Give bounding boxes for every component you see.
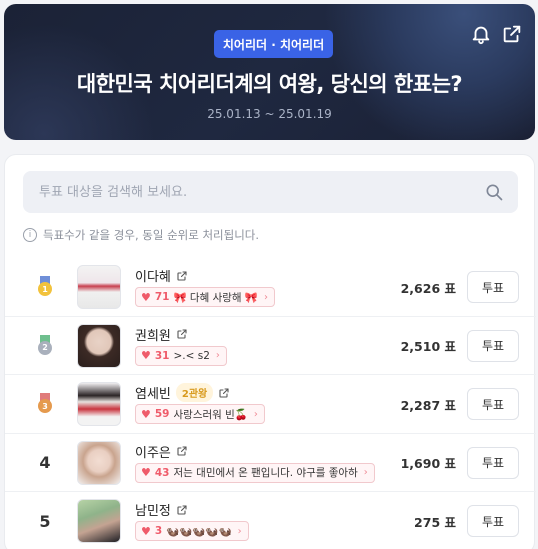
heart-icon: ♥ — [141, 466, 151, 479]
rank-medal-icon: 3 — [37, 393, 53, 415]
rank-number: 2 — [38, 340, 52, 355]
avatar[interactable] — [77, 323, 121, 368]
category-badge[interactable]: 치어리더 · 치어리더 — [214, 30, 333, 58]
name-line: 이주은 — [135, 442, 188, 461]
chevron-right-icon: › — [237, 525, 242, 537]
cheer-message-button[interactable]: ♥ 71 🎀 다혜 사랑해 🎀 › — [135, 287, 275, 307]
rank: 2 — [33, 317, 57, 375]
cheer-message-button[interactable]: ♥ 31 >.< s2 › — [135, 345, 227, 366]
vote-button[interactable]: 투표 — [467, 505, 519, 537]
candidate-list: 1 이다혜 ♥ 71 🎀 다혜 사랑해 🎀 › 2,626 표 투표 2 권희원 — [5, 258, 536, 549]
name-line: 이다혜 — [135, 266, 188, 285]
cheer-text: 🎀 다혜 사랑해 🎀 — [173, 291, 258, 304]
search-input[interactable] — [23, 184, 484, 200]
title-badge: 2관왕 — [175, 383, 214, 402]
rank: 5 — [33, 492, 57, 549]
external-link-icon[interactable] — [176, 504, 188, 516]
rank: 3 — [33, 375, 57, 433]
external-link-icon[interactable] — [176, 328, 188, 340]
chevron-right-icon: › — [253, 408, 258, 420]
cheer-count: 31 — [154, 349, 170, 362]
external-link-icon[interactable] — [176, 270, 188, 282]
heart-icon: ♥ — [141, 290, 151, 304]
date-range: 25.01.13 ~ 25.01.19 — [207, 107, 332, 121]
name-line: 염세빈 2관왕 — [135, 383, 230, 402]
rank: 4 — [33, 434, 57, 492]
rank-number: 3 — [38, 399, 52, 413]
heart-icon: ♥ — [141, 524, 151, 538]
search-icon[interactable] — [484, 182, 504, 202]
vote-button[interactable]: 투표 — [467, 329, 519, 362]
candidate-row: 5 남민정 ♥ 3 🦦🦦🦦🦦🦦 › 275 표 투표 — [5, 492, 536, 549]
name-line: 권희원 — [135, 325, 188, 344]
cheer-count: 71 — [154, 291, 170, 303]
rank: 1 — [33, 258, 57, 316]
cheer-count: 43 — [154, 466, 170, 479]
external-link-icon[interactable] — [218, 387, 230, 399]
avatar[interactable] — [77, 382, 121, 426]
candidate-name[interactable]: 염세빈 — [135, 383, 171, 402]
vote-count: 275 표 — [414, 514, 456, 530]
cheer-count: 3 — [154, 525, 163, 537]
candidate-row: 3 염세빈 2관왕 ♥ 59 사랑스러워 빈🍒 › 2,287 표 투표 — [5, 375, 536, 434]
banner: 치어리더 · 치어리더 대한민국 치어리더계의 여왕, 당신의 한표는? 25.… — [4, 4, 535, 140]
chevron-right-icon: › — [263, 291, 268, 303]
name-line: 남민정 — [135, 500, 188, 519]
cheer-text: 사랑스러워 빈🍒 — [173, 408, 248, 421]
bell-icon[interactable] — [470, 23, 492, 45]
cheer-text: 저는 대민에서 온 팬입니다. 야구를 좋아하 — [173, 467, 358, 479]
cheer-message-button[interactable]: ♥ 59 사랑스러워 빈🍒 › — [135, 404, 265, 424]
vote-count: 2,510 표 — [400, 339, 456, 354]
share-icon[interactable] — [501, 23, 523, 45]
rank-medal-icon: 2 — [37, 334, 53, 357]
cheer-count: 59 — [154, 408, 170, 420]
avatar[interactable] — [77, 265, 121, 309]
chevron-right-icon: › — [363, 467, 368, 478]
heart-icon: ♥ — [141, 349, 151, 362]
avatar[interactable] — [77, 499, 121, 543]
avatar[interactable] — [77, 440, 121, 485]
vote-button[interactable]: 투표 — [467, 446, 519, 479]
external-link-icon[interactable] — [176, 445, 188, 457]
candidate-row: 4 이주은 ♥ 43 저는 대민에서 온 팬입니다. 야구를 좋아하 › 1,6… — [5, 434, 536, 492]
rank-number: 4 — [39, 453, 51, 472]
cheer-message-button[interactable]: ♥ 43 저는 대민에서 온 팬입니다. 야구를 좋아하 › — [135, 462, 375, 483]
rank-medal-icon: 1 — [37, 276, 53, 298]
page-title: 대한민국 치어리더계의 여왕, 당신의 한표는? — [76, 72, 463, 96]
candidate-row: 2 권희원 ♥ 31 >.< s2 › 2,510 표 투표 — [5, 317, 536, 375]
candidate-name[interactable]: 이다혜 — [135, 266, 171, 285]
chevron-right-icon: › — [215, 350, 220, 361]
vote-count: 2,626 표 — [400, 280, 456, 296]
ranking-card: i 득표수가 같을 경우, 동일 순위로 처리됩니다. 1 이다혜 ♥ 71 🎀… — [4, 154, 536, 549]
search-bar[interactable] — [23, 171, 518, 213]
vote-button[interactable]: 투표 — [467, 271, 519, 303]
candidate-row: 1 이다혜 ♥ 71 🎀 다혜 사랑해 🎀 › 2,626 표 투표 — [5, 258, 536, 317]
info-icon: i — [23, 228, 37, 242]
candidate-name[interactable]: 권희원 — [135, 325, 171, 344]
candidate-name[interactable]: 남민정 — [135, 500, 171, 519]
vote-count: 1,690 표 — [400, 456, 456, 471]
cheer-text: 🦦🦦🦦🦦🦦 — [166, 525, 232, 538]
rank-number: 5 — [39, 511, 51, 531]
vote-count: 2,287 표 — [400, 397, 456, 413]
heart-icon: ♥ — [141, 407, 151, 421]
cheer-message-button[interactable]: ♥ 3 🦦🦦🦦🦦🦦 › — [135, 521, 249, 541]
notice-text: 득표수가 같을 경우, 동일 순위로 처리됩니다. — [43, 228, 260, 242]
candidate-name[interactable]: 이주은 — [135, 442, 171, 461]
vote-button[interactable]: 투표 — [467, 388, 519, 420]
rank-number: 1 — [38, 282, 52, 296]
notice: i 득표수가 같을 경우, 동일 순위로 처리됩니다. — [23, 227, 259, 243]
cheer-text: >.< s2 — [173, 349, 210, 362]
